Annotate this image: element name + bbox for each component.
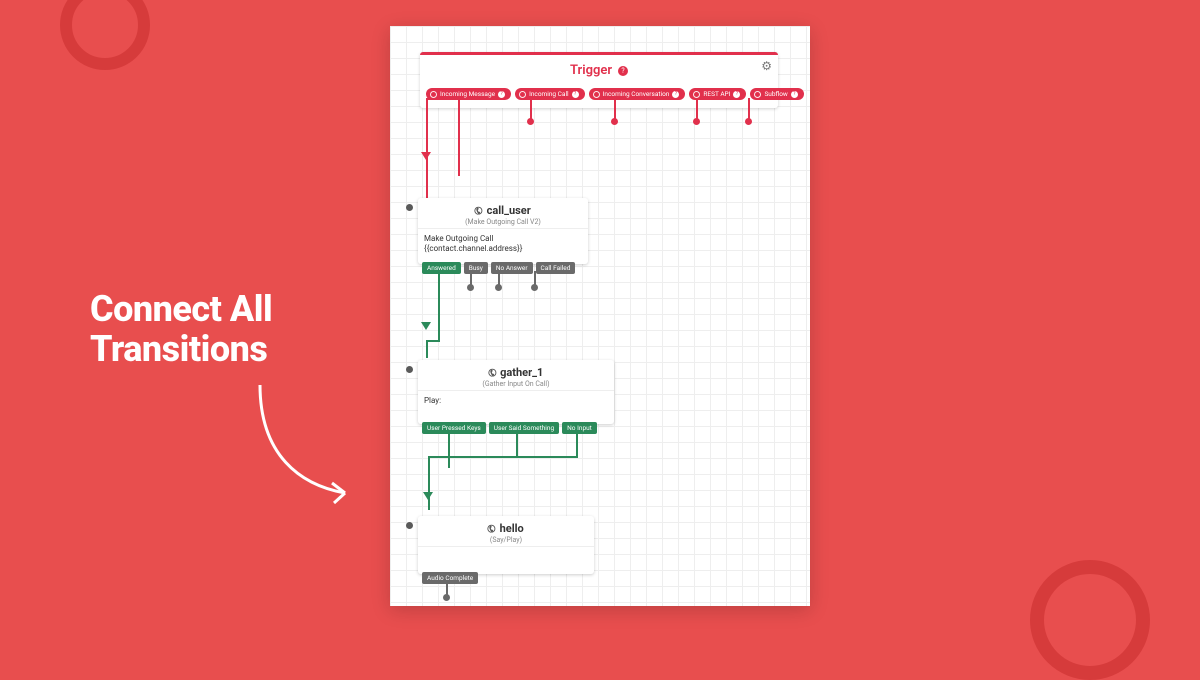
widget-subtitle: (Say/Play) bbox=[422, 536, 590, 544]
connector bbox=[426, 98, 428, 198]
connector bbox=[696, 98, 698, 120]
connector-dot[interactable] bbox=[467, 284, 474, 291]
connector bbox=[426, 340, 440, 342]
widget-transitions: Audio Complete bbox=[422, 572, 478, 584]
drag-handle[interactable] bbox=[406, 522, 413, 529]
widget-title: gather_1 bbox=[500, 366, 543, 379]
trigger-widget[interactable]: Trigger ? ⚙ Incoming Message? Incoming C… bbox=[420, 52, 778, 108]
connector-dot[interactable] bbox=[527, 118, 534, 125]
widget-body bbox=[418, 546, 594, 574]
widget-header: ✆hello (Say/Play) bbox=[418, 516, 594, 546]
drag-handle[interactable] bbox=[406, 366, 413, 373]
connector bbox=[576, 434, 578, 456]
connector bbox=[458, 98, 460, 176]
trigger-title: Trigger bbox=[570, 63, 612, 78]
drag-handle[interactable] bbox=[406, 204, 413, 211]
widget-title: hello bbox=[500, 522, 524, 535]
trigger-transition-pills: Incoming Message? Incoming Call? Incomin… bbox=[420, 84, 778, 108]
connector bbox=[426, 340, 428, 358]
help-icon[interactable]: ? bbox=[672, 91, 679, 98]
connector-dot[interactable] bbox=[611, 118, 618, 125]
phone-icon: ✆ bbox=[486, 367, 500, 381]
phone-icon: ✆ bbox=[486, 523, 500, 537]
connector bbox=[438, 271, 440, 341]
widget-header: ✆call_user (Make Outgoing Call V2) bbox=[418, 198, 588, 228]
help-icon[interactable]: ? bbox=[791, 91, 798, 98]
help-icon[interactable]: ? bbox=[618, 66, 628, 76]
help-icon[interactable]: ? bbox=[733, 91, 740, 98]
widget-subtitle: (Make Outgoing Call V2) bbox=[422, 218, 584, 226]
widget-header: ✆gather_1 (Gather Input On Call) bbox=[418, 360, 614, 390]
connector-dot[interactable] bbox=[531, 284, 538, 291]
connector bbox=[448, 434, 450, 468]
tab-user-pressed-keys[interactable]: User Pressed Keys bbox=[422, 422, 486, 434]
tab-user-said-something[interactable]: User Said Something bbox=[489, 422, 559, 434]
arrowhead-icon bbox=[421, 322, 431, 330]
pill-subflow[interactable]: Subflow? bbox=[750, 88, 803, 100]
connector bbox=[428, 456, 578, 458]
tab-busy[interactable]: Busy bbox=[464, 262, 488, 274]
connector bbox=[470, 271, 472, 285]
connector-dot[interactable] bbox=[745, 118, 752, 125]
phone-icon: ✆ bbox=[473, 205, 487, 219]
pill-incoming-conversation[interactable]: Incoming Conversation? bbox=[589, 88, 686, 100]
help-icon[interactable]: ? bbox=[572, 91, 579, 98]
flow-canvas[interactable]: Trigger ? ⚙ Incoming Message? Incoming C… bbox=[390, 26, 810, 606]
connector bbox=[614, 98, 616, 120]
callout-arrow-icon bbox=[250, 375, 370, 515]
tab-call-failed[interactable]: Call Failed bbox=[536, 262, 576, 274]
connector-dot[interactable] bbox=[495, 284, 502, 291]
callout-line-1: Connect All bbox=[90, 290, 272, 330]
connector bbox=[498, 271, 500, 285]
connector bbox=[428, 456, 430, 510]
connector-dot[interactable] bbox=[443, 594, 450, 601]
pill-incoming-call[interactable]: Incoming Call? bbox=[515, 88, 585, 100]
widget-call-user[interactable]: ✆call_user (Make Outgoing Call V2) Make … bbox=[418, 198, 588, 264]
widget-title: call_user bbox=[487, 204, 531, 217]
arrowhead-icon bbox=[423, 492, 433, 500]
widget-subtitle: (Gather Input On Call) bbox=[422, 380, 610, 388]
connector bbox=[426, 98, 460, 100]
help-icon[interactable]: ? bbox=[498, 91, 505, 98]
tab-audio-complete[interactable]: Audio Complete bbox=[422, 572, 478, 584]
widget-transitions: User Pressed Keys User Said Something No… bbox=[422, 422, 597, 434]
connector bbox=[530, 98, 532, 120]
callout-text: Connect All Transitions bbox=[90, 290, 272, 369]
callout-line-2: Transitions bbox=[90, 330, 272, 370]
tab-no-input[interactable]: No Input bbox=[562, 422, 597, 434]
connector bbox=[516, 434, 518, 456]
trigger-header: Trigger ? ⚙ bbox=[420, 55, 778, 84]
widget-gather-1[interactable]: ✆gather_1 (Gather Input On Call) Play: U… bbox=[418, 360, 614, 424]
widget-body: Make Outgoing Call {{contact.channel.add… bbox=[418, 228, 588, 264]
connector bbox=[748, 98, 750, 120]
tab-answered[interactable]: Answered bbox=[422, 262, 461, 274]
widget-hello[interactable]: ✆hello (Say/Play) Audio Complete bbox=[418, 516, 594, 574]
widget-body: Play: bbox=[418, 390, 614, 424]
connector bbox=[534, 271, 536, 285]
decorative-circle bbox=[60, 0, 150, 70]
gear-icon[interactable]: ⚙ bbox=[761, 59, 772, 73]
connector-dot[interactable] bbox=[693, 118, 700, 125]
decorative-circle bbox=[1030, 560, 1150, 680]
arrowhead-icon bbox=[421, 152, 431, 160]
